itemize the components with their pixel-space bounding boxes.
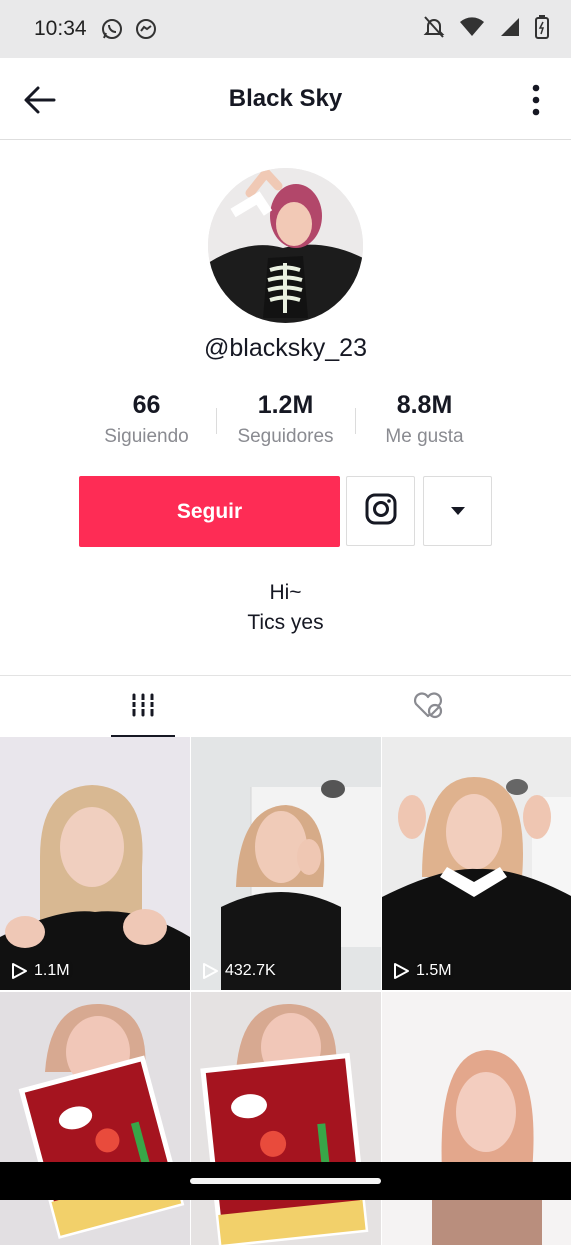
follow-button[interactable]: Seguir: [79, 476, 340, 547]
suggestions-dropdown-button[interactable]: [423, 476, 492, 546]
stat-label: Siguiendo: [77, 426, 216, 448]
video-thumbnail[interactable]: [0, 992, 190, 1245]
stat-value: 66: [77, 388, 216, 422]
page-title: Black Sky: [0, 85, 571, 113]
bio-line: Tics yes: [0, 608, 571, 638]
tab-liked[interactable]: [286, 676, 571, 738]
whatsapp-icon: [99, 16, 125, 42]
play-icon: [392, 962, 410, 980]
more-vertical-icon[interactable]: [531, 84, 541, 116]
profile-bio: Hi~ Tics yes: [0, 578, 571, 638]
stat-label: Me gusta: [355, 426, 494, 448]
instagram-icon: [365, 493, 397, 530]
status-time: 10:34: [34, 17, 87, 41]
avatar[interactable]: [208, 168, 363, 323]
videos-grid-icon: [130, 693, 156, 722]
video-thumbnail[interactable]: 1.1M: [0, 737, 190, 990]
bio-line: Hi~: [0, 578, 571, 608]
stat-label: Seguidores: [216, 426, 355, 448]
profile-header: Black Sky: [0, 58, 571, 140]
stat-following[interactable]: 66 Siguiendo: [77, 388, 216, 458]
system-navigation-bar: [0, 1162, 571, 1200]
play-icon: [10, 962, 28, 980]
back-arrow-icon[interactable]: [22, 82, 58, 118]
stat-value: 8.8M: [355, 388, 494, 422]
play-icon: [201, 962, 219, 980]
home-indicator[interactable]: [190, 1178, 381, 1184]
profile-handle: @blacksky_23: [0, 334, 571, 363]
messenger-icon: [133, 16, 159, 42]
caret-down-icon: [451, 502, 465, 520]
liked-hidden-icon: [412, 691, 444, 724]
signal-icon: [499, 16, 521, 43]
view-count-value: 1.5M: [416, 962, 452, 980]
stat-value: 1.2M: [216, 388, 355, 422]
video-thumbnail[interactable]: [382, 992, 571, 1245]
view-count: 432.7K: [201, 962, 276, 980]
view-count-value: 1.1M: [34, 962, 70, 980]
stat-likes[interactable]: 8.8M Me gusta: [355, 388, 494, 458]
view-count: 1.5M: [392, 962, 452, 980]
instagram-button[interactable]: [346, 476, 415, 546]
view-count: 1.1M: [10, 962, 70, 980]
wifi-icon: [459, 16, 485, 43]
status-bar: 10:34: [0, 0, 571, 58]
stat-followers[interactable]: 1.2M Seguidores: [216, 388, 355, 458]
video-thumbnail[interactable]: [191, 992, 381, 1245]
view-count-value: 432.7K: [225, 962, 276, 980]
profile-tabs: [0, 675, 571, 738]
notifications-off-icon: [423, 15, 445, 44]
video-thumbnail[interactable]: 432.7K: [191, 737, 381, 990]
battery-icon: [535, 15, 549, 44]
profile-stats: 66 Siguiendo 1.2M Seguidores 8.8M Me gus…: [77, 388, 494, 458]
video-thumbnail[interactable]: 1.5M: [382, 737, 571, 990]
tab-videos[interactable]: [0, 676, 286, 738]
